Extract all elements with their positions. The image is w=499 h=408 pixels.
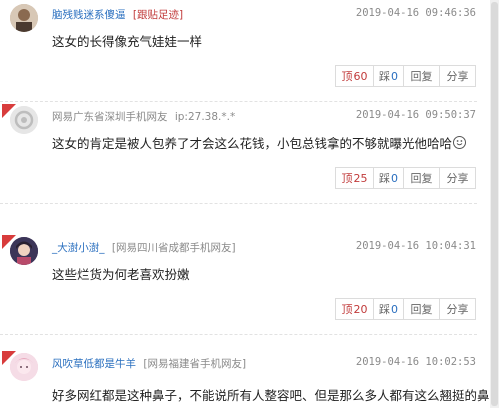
avatar[interactable] (10, 4, 38, 32)
comment-text: 好多网红都是这种鼻子，不能说所有人整容吧、但是那么多人都有这么翘挺的鼻子吗 (52, 388, 499, 403)
user-location: [网易四川省成都手机网友] (111, 242, 236, 254)
downvote-button[interactable]: 踩0 (373, 298, 404, 320)
username[interactable]: _大澍小澍_ (52, 242, 105, 254)
downvote-count: 0 (391, 302, 398, 316)
comment-meta: 网易广东省深圳手机网友 ip:27.38.*.* (52, 109, 235, 124)
comment-item: 风吹草低都是牛羊 [网易福建省手机网友] 2019-04-16 10:02:53… (0, 351, 499, 408)
divider (0, 203, 477, 204)
scrollbar[interactable] (490, 0, 499, 408)
smile-emoji-icon (453, 136, 467, 149)
avatar[interactable] (10, 106, 38, 134)
divider (0, 334, 477, 335)
reply-button[interactable]: 回复 (403, 167, 440, 189)
upvote-count: 25 (353, 171, 368, 185)
comment-item: 网易广东省深圳手机网友 ip:27.38.*.* 2019-04-16 09:5… (0, 104, 488, 204)
username[interactable]: 风吹草低都是牛羊 (52, 358, 136, 370)
reply-button[interactable]: 回复 (403, 65, 440, 87)
comment-actions: 顶 25 踩0 回复 分享 (335, 167, 476, 189)
comment-text: 这女的肯定是被人包养了才会这么花钱，小包总钱拿的不够就曝光他哈哈 (52, 133, 467, 152)
follow-trail-link[interactable]: [跟贴足迹] (133, 9, 183, 21)
reply-button[interactable]: 回复 (403, 298, 440, 320)
timestamp: 2019-04-16 10:04:31 (355, 240, 476, 252)
comment-actions: 顶 60 踩0 回复 分享 (335, 65, 476, 87)
comment-meta: _大澍小澍_ [网易四川省成都手机网友] (52, 240, 236, 255)
share-button[interactable]: 分享 (439, 65, 476, 87)
upvote-label: 顶 (341, 70, 353, 83)
upvote-button[interactable]: 顶 60 (335, 65, 374, 87)
downvote-button[interactable]: 踩0 (373, 65, 404, 87)
share-button[interactable]: 分享 (439, 298, 476, 320)
avatar[interactable] (10, 353, 38, 381)
upvote-button[interactable]: 顶 20 (335, 298, 374, 320)
upvote-count: 60 (353, 69, 368, 83)
avatar[interactable] (10, 237, 38, 265)
comment-item: 脑残贱迷系傻逼 [跟贴足迹] 2019-04-16 09:46:36 这女的长得… (0, 2, 488, 102)
upvote-button[interactable]: 顶 25 (335, 167, 374, 189)
user-location: [网易福建省手机网友] (143, 358, 247, 370)
comment-meta: 风吹草低都是牛羊 [网易福建省手机网友] (52, 356, 246, 371)
scrollbar-thumb[interactable] (491, 2, 498, 406)
username[interactable]: 网易广东省深圳手机网友 (52, 111, 168, 123)
share-button[interactable]: 分享 (439, 167, 476, 189)
downvote-count: 0 (391, 171, 398, 185)
comment-actions: 顶 20 踩0 回复 分享 (335, 298, 476, 320)
username[interactable]: 脑残贱迷系傻逼 (52, 9, 126, 21)
timestamp: 2019-04-16 09:50:37 (355, 109, 476, 121)
upvote-count: 20 (353, 302, 368, 316)
upvote-label: 顶 (341, 172, 353, 185)
downvote-label: 踩 (379, 70, 390, 83)
downvote-count: 0 (391, 69, 398, 83)
downvote-label: 踩 (379, 303, 390, 316)
downvote-label: 踩 (379, 172, 390, 185)
comment-item: _大澍小澍_ [网易四川省成都手机网友] 2019-04-16 10:04:31… (0, 235, 488, 335)
downvote-button[interactable]: 踩0 (373, 167, 404, 189)
comment-text: 这女的长得像充气娃娃一样 (52, 34, 203, 49)
comment-meta: 脑残贱迷系傻逼 [跟贴足迹] (52, 7, 183, 22)
timestamp: 2019-04-16 10:02:53 (355, 356, 476, 368)
comment-text: 这些烂货为何老喜欢扮嫩 (52, 267, 190, 282)
upvote-label: 顶 (341, 303, 353, 316)
comment-text-content: 这女的肯定是被人包养了才会这么花钱，小包总钱拿的不够就曝光他哈哈 (52, 136, 453, 151)
ip-address: ip:27.38.*.* (174, 111, 236, 123)
timestamp: 2019-04-16 09:46:36 (355, 7, 476, 19)
divider (0, 101, 477, 102)
